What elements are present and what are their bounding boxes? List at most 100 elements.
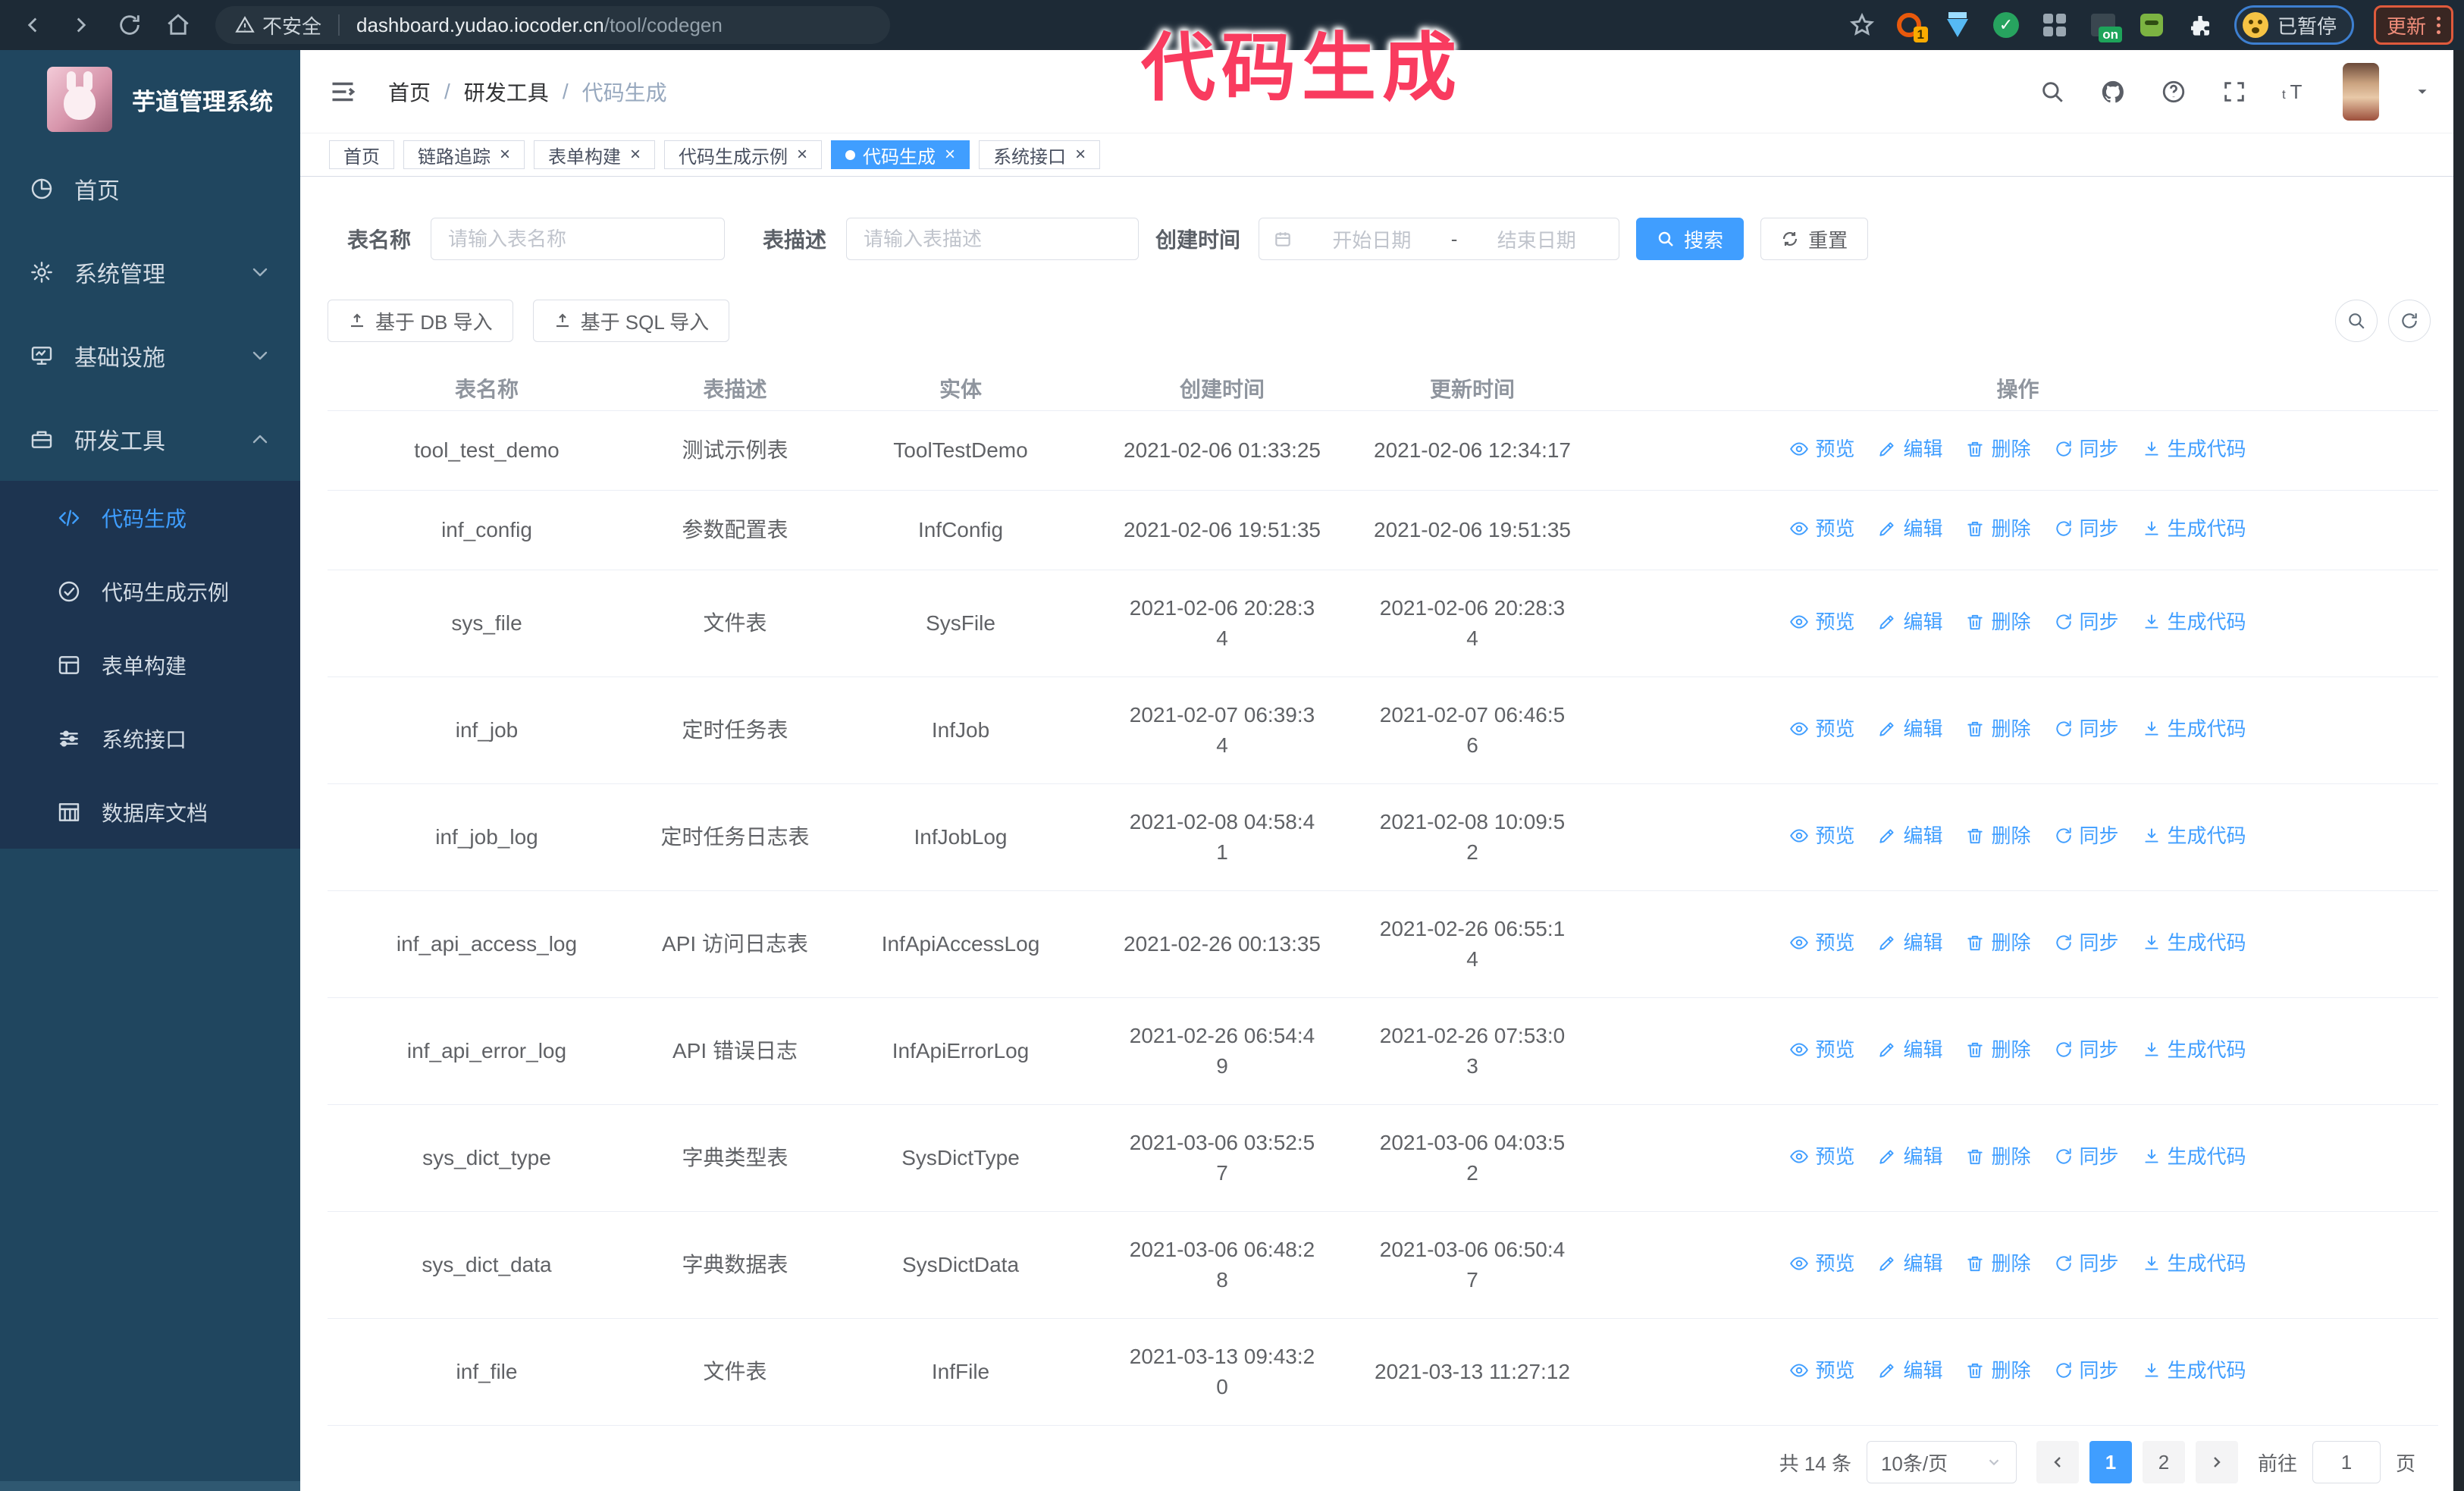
breadcrumb-home[interactable]: 首页 (388, 77, 431, 107)
table-desc-input[interactable] (862, 226, 1124, 252)
toggle-search-button[interactable] (2335, 300, 2378, 342)
reload-icon[interactable] (117, 12, 143, 38)
row-action-edit[interactable]: 编辑 (1877, 1034, 1942, 1065)
sidebar-item-3[interactable]: 研发工具 (0, 397, 300, 481)
tab-2[interactable]: 表单构建 × (534, 140, 656, 169)
extension-robot-icon[interactable] (2137, 11, 2166, 39)
goto-page-input[interactable] (2312, 1441, 2381, 1483)
row-action-edit[interactable]: 编辑 (1877, 821, 1942, 851)
next-page-button[interactable] (2195, 1441, 2238, 1483)
sidebar-subitem-2[interactable]: 表单构建 (0, 628, 300, 702)
create-time-range-picker[interactable]: 开始日期 - 结束日期 (1259, 218, 1620, 260)
row-action-generate-code[interactable]: 生成代码 (2142, 1034, 2246, 1065)
bookmark-star-icon[interactable] (1849, 12, 1875, 38)
row-action-sync[interactable]: 同步 (2054, 1355, 2119, 1386)
row-action-delete[interactable]: 删除 (1965, 607, 2031, 637)
row-action-delete[interactable]: 删除 (1965, 821, 2031, 851)
row-action-sync[interactable]: 同步 (2054, 1141, 2119, 1172)
sidebar-subitem-4[interactable]: 数据库文档 (0, 775, 300, 849)
import-db-button[interactable]: 基于 DB 导入 (328, 300, 513, 342)
row-action-edit[interactable]: 编辑 (1877, 714, 1942, 744)
github-icon[interactable] (2100, 79, 2126, 105)
close-icon[interactable]: × (500, 146, 510, 164)
page-button-2[interactable]: 2 (2142, 1441, 2185, 1483)
page-button-1[interactable]: 1 (2089, 1441, 2132, 1483)
row-action-generate-code[interactable]: 生成代码 (2142, 513, 2246, 544)
row-action-delete[interactable]: 删除 (1965, 1355, 2031, 1386)
row-action-sync[interactable]: 同步 (2054, 1248, 2119, 1279)
browser-update-button[interactable]: 更新 (2373, 5, 2453, 45)
back-icon[interactable] (20, 12, 45, 38)
row-action-generate-code[interactable]: 生成代码 (2142, 714, 2246, 744)
row-action-preview[interactable]: 预览 (1789, 1355, 1854, 1386)
row-action-delete[interactable]: 删除 (1965, 434, 2031, 464)
extension-gem-icon[interactable] (1943, 11, 1972, 39)
help-icon[interactable] (2161, 79, 2187, 105)
row-action-edit[interactable]: 编辑 (1877, 1248, 1942, 1279)
prev-page-button[interactable] (2036, 1441, 2079, 1483)
row-action-delete[interactable]: 删除 (1965, 714, 2031, 744)
row-action-generate-code[interactable]: 生成代码 (2142, 1248, 2246, 1279)
kebab-menu-icon[interactable] (2437, 16, 2440, 34)
hamburger-icon[interactable] (329, 78, 356, 105)
close-icon[interactable]: × (945, 146, 955, 164)
tab-0[interactable]: 首页 (329, 140, 394, 169)
row-action-edit[interactable]: 编辑 (1877, 1141, 1942, 1172)
close-icon[interactable]: × (630, 146, 641, 164)
row-action-generate-code[interactable]: 生成代码 (2142, 1355, 2246, 1386)
paused-extension-pill[interactable]: 已暂停 (2234, 5, 2354, 45)
row-action-delete[interactable]: 删除 (1965, 1248, 2031, 1279)
row-action-edit[interactable]: 编辑 (1877, 928, 1942, 958)
sidebar-item-1[interactable]: 系统管理 (0, 231, 300, 314)
extensions-puzzle-icon[interactable] (2186, 11, 2215, 39)
row-action-preview[interactable]: 预览 (1789, 928, 1854, 958)
tab-4[interactable]: 代码生成 × (831, 140, 970, 169)
row-action-delete[interactable]: 删除 (1965, 1034, 2031, 1065)
row-action-preview[interactable]: 预览 (1789, 513, 1854, 544)
vertical-scrollbar[interactable] (2453, 50, 2464, 1491)
row-action-delete[interactable]: 删除 (1965, 928, 2031, 958)
refresh-table-button[interactable] (2388, 300, 2431, 342)
row-action-preview[interactable]: 预览 (1789, 1141, 1854, 1172)
row-action-preview[interactable]: 预览 (1789, 1248, 1854, 1279)
row-action-delete[interactable]: 删除 (1965, 1141, 2031, 1172)
row-action-edit[interactable]: 编辑 (1877, 607, 1942, 637)
forward-icon[interactable] (68, 12, 94, 38)
site-security[interactable]: 不安全 (235, 11, 321, 39)
fullscreen-icon[interactable] (2221, 79, 2247, 105)
row-action-edit[interactable]: 编辑 (1877, 434, 1942, 464)
tab-3[interactable]: 代码生成示例 × (664, 140, 823, 169)
breadcrumb-devtools[interactable]: 研发工具 (464, 77, 549, 107)
row-action-sync[interactable]: 同步 (2054, 928, 2119, 958)
row-action-preview[interactable]: 预览 (1789, 434, 1854, 464)
row-action-edit[interactable]: 编辑 (1877, 513, 1942, 544)
row-action-sync[interactable]: 同步 (2054, 607, 2119, 637)
sidebar-subitem-1[interactable]: 代码生成示例 (0, 554, 300, 628)
app-logo[interactable]: 芋道管理系统 (0, 50, 300, 147)
sidebar-subitem-0[interactable]: 代码生成 (0, 481, 300, 554)
extension-check-icon[interactable]: ✓ (1992, 11, 2020, 39)
import-sql-button[interactable]: 基于 SQL 导入 (532, 300, 730, 342)
row-action-sync[interactable]: 同步 (2054, 714, 2119, 744)
row-action-delete[interactable]: 删除 (1965, 513, 2031, 544)
row-action-sync[interactable]: 同步 (2054, 434, 2119, 464)
row-action-edit[interactable]: 编辑 (1877, 1355, 1942, 1386)
sidebar-item-0[interactable]: 首页 (0, 147, 300, 231)
row-action-generate-code[interactable]: 生成代码 (2142, 1141, 2246, 1172)
row-action-generate-code[interactable]: 生成代码 (2142, 434, 2246, 464)
address-bar[interactable]: 不安全 dashboard.yudao.iocoder.cn/tool/code… (215, 6, 890, 44)
font-size-icon[interactable]: tT (2282, 79, 2308, 105)
row-action-sync[interactable]: 同步 (2054, 821, 2119, 851)
row-action-generate-code[interactable]: 生成代码 (2142, 607, 2246, 637)
home-icon[interactable] (165, 12, 191, 38)
row-action-preview[interactable]: 预览 (1789, 714, 1854, 744)
extension-dark-icon[interactable]: on (2089, 11, 2122, 42)
close-icon[interactable]: × (797, 146, 807, 164)
tab-1[interactable]: 链路追踪 × (403, 140, 525, 169)
page-size-select[interactable]: 10条/页 (1866, 1441, 2017, 1483)
header-search-icon[interactable] (2039, 79, 2065, 105)
row-action-sync[interactable]: 同步 (2054, 513, 2119, 544)
extension-orange-icon[interactable]: 1 (1895, 11, 1928, 42)
caret-down-icon[interactable] (2414, 83, 2431, 100)
row-action-preview[interactable]: 预览 (1789, 1034, 1854, 1065)
